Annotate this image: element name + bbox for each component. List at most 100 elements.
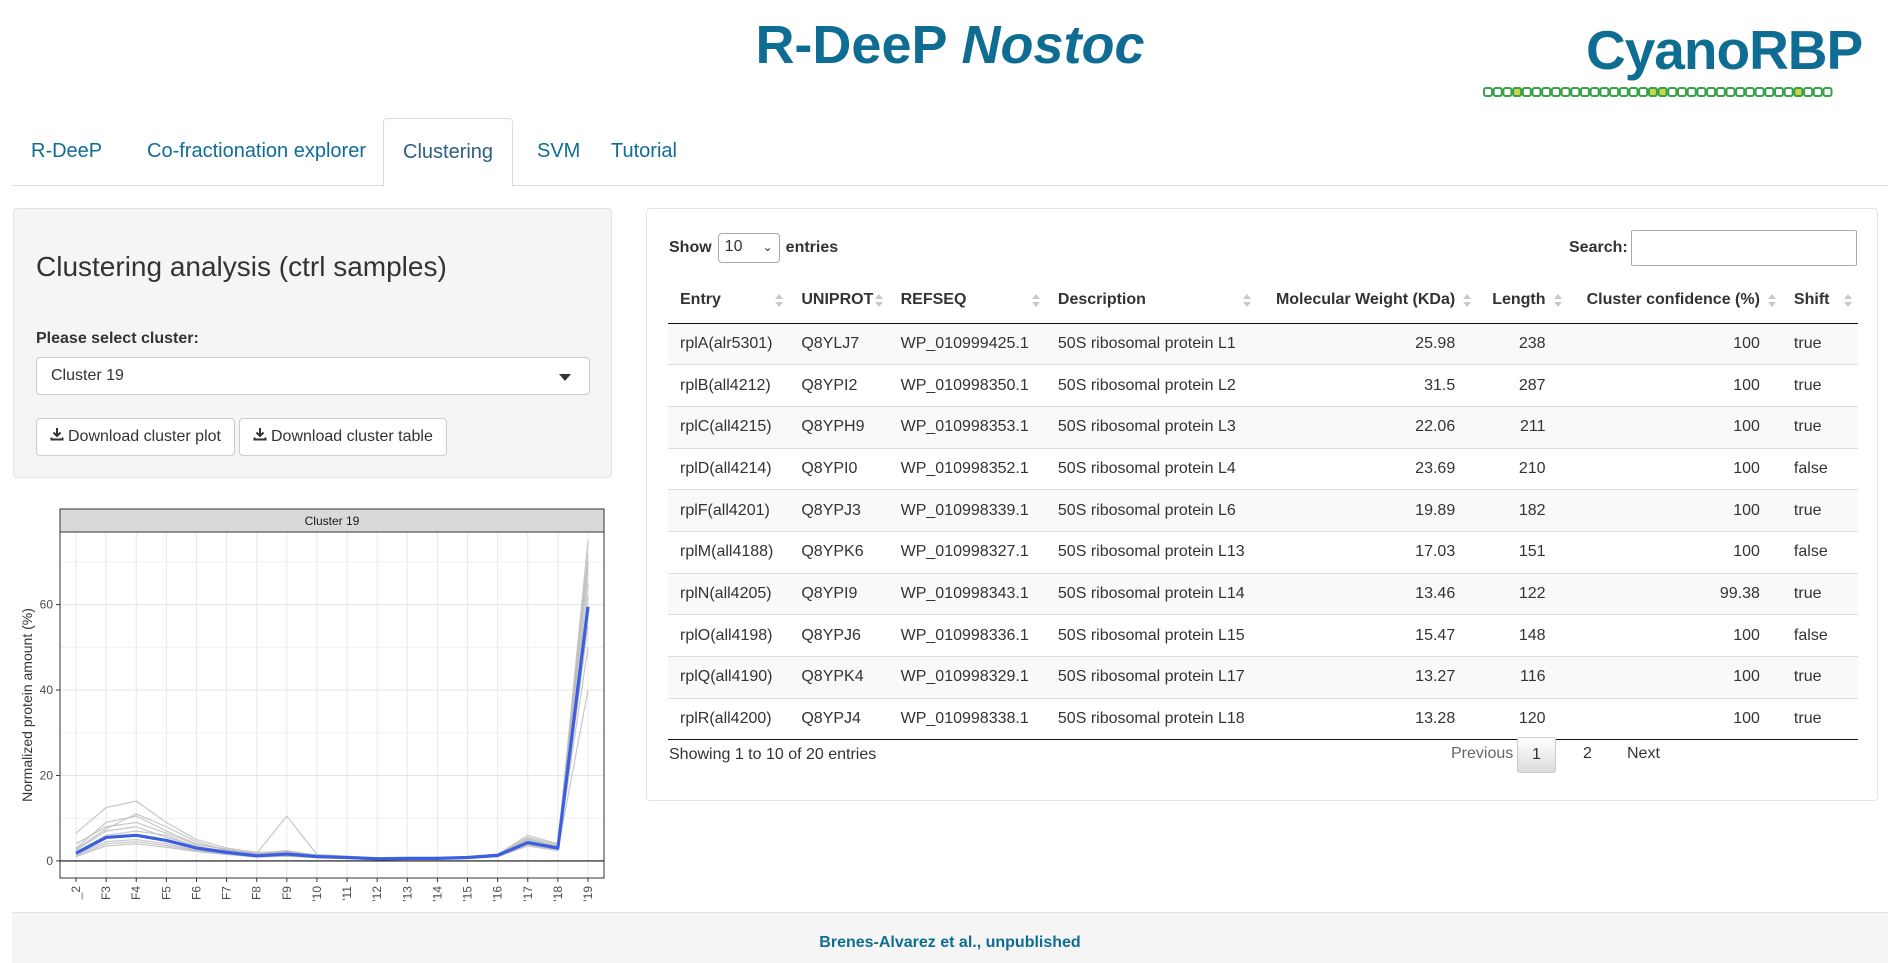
table-cell: 22.06	[1256, 405, 1478, 449]
logo-bead	[1812, 87, 1823, 97]
download-cluster-table-button[interactable]: Download cluster table	[239, 418, 447, 456]
table-row[interactable]: rplR(all4200) Q8YPJ4 WP_010998338.1 50S rib…	[668, 697, 1858, 741]
table-cell: rplF(all4201)	[668, 489, 790, 532]
logo-bead	[1657, 87, 1668, 97]
download-cluster-plot-button[interactable]: Download cluster plot	[36, 418, 235, 456]
table-cell: WP_010998327.1	[888, 530, 1046, 574]
panel-title: Clustering analysis (ctrl samples)	[36, 251, 447, 282]
table-header-row: Entry UNIPROT REFSEQ Description Molecul…	[668, 277, 1858, 324]
y-axis-label: Normalized protein amount (%)	[19, 608, 35, 802]
x-tick-label: '10	[310, 886, 324, 902]
table-row[interactable]: rplQ(all4190) Q8YPK4 WP_010998329.1 50S rib…	[668, 656, 1858, 699]
pagination-page-1[interactable]: 1	[1517, 737, 1556, 773]
chevron-down-icon: ⌄	[762, 240, 773, 254]
column-header-refseq[interactable]: REFSEQ	[888, 277, 1046, 324]
x-tick-label: '15	[461, 886, 475, 902]
x-tick-label: '19	[581, 886, 595, 902]
table-cell: 210	[1477, 447, 1568, 490]
logo-bead	[1609, 87, 1620, 97]
tab-svm[interactable]: SVM	[518, 118, 599, 186]
plot-panel	[60, 532, 604, 878]
table-cell: false	[1781, 530, 1858, 574]
table-cell: 100	[1567, 447, 1782, 490]
table-info: Showing 1 to 10 of 20 entries	[669, 746, 877, 763]
table-row[interactable]: rplO(all4198) Q8YPJ6 WP_010998336.1 50S rib…	[668, 614, 1858, 657]
table-row[interactable]: rplM(all4188) Q8YPK6 WP_010998327.1 50S rib…	[668, 530, 1858, 574]
tab-co-fractionation-explorer[interactable]: Co-fractionation explorer	[128, 118, 385, 186]
table-row[interactable]: rplB(all4212) Q8YPI2 WP_010998350.1 50S rib…	[668, 364, 1858, 407]
table-cell: false	[1781, 614, 1858, 657]
table-cell: 120	[1477, 697, 1568, 741]
table-cell: 25.98	[1256, 322, 1478, 365]
logo-bead	[1512, 87, 1523, 97]
table-cell: 99.38	[1567, 572, 1782, 615]
table-cell: 31.5	[1256, 364, 1478, 407]
nav-tabs: R-DeeP Co-fractionation explorer Cluster…	[12, 118, 1888, 187]
table-row[interactable]: rplA(alr5301) Q8YLJ7 WP_010999425.1 50S rib…	[668, 322, 1858, 365]
table-cell: 13.46	[1256, 572, 1478, 615]
table-cell: true	[1781, 322, 1858, 365]
table-cell: Q8YPK6	[789, 530, 889, 574]
table-cell: 23.69	[1256, 447, 1478, 490]
logo-bead	[1667, 87, 1678, 97]
tab-r-deep[interactable]: R-DeeP	[12, 118, 121, 186]
table-cell: 13.28	[1256, 697, 1478, 741]
tab-tutorial[interactable]: Tutorial	[592, 118, 696, 186]
table-cell: 100	[1567, 697, 1782, 741]
table-cell: WP_010999425.1	[888, 322, 1046, 365]
x-tick-label: F8	[250, 886, 264, 900]
table-row[interactable]: rplC(all4215) Q8YPH9 WP_010998353.1 50S rib…	[668, 405, 1858, 449]
y-tick-label: 0	[46, 854, 53, 868]
table-length-control: Show 10 ⌄ entries	[669, 233, 838, 263]
logo-bead	[1696, 87, 1707, 97]
x-tick-label: F3	[99, 886, 113, 900]
table-cell: rplB(all4212)	[668, 364, 790, 407]
table-cell: 151	[1477, 530, 1568, 574]
search-label: Search:	[1569, 239, 1628, 256]
cluster-select[interactable]: Cluster 19	[36, 357, 590, 395]
column-header-molecular-weight[interactable]: Molecular Weight (KDa)	[1256, 277, 1478, 324]
app-title-main: R-DeeP	[755, 15, 947, 75]
logo-bead	[1541, 87, 1552, 97]
table-cell: rplM(all4188)	[668, 530, 790, 574]
table-cell: 100	[1567, 530, 1782, 574]
table-cell: 19.89	[1256, 489, 1478, 532]
logo-bead	[1570, 87, 1581, 97]
logo-bead	[1715, 87, 1726, 97]
column-header-cluster-confidence[interactable]: Cluster confidence (%)	[1567, 277, 1782, 324]
sort-icon	[775, 294, 784, 308]
tab-clustering[interactable]: Clustering	[383, 118, 514, 187]
pagination-page-2[interactable]: 2	[1569, 737, 1606, 771]
table-row[interactable]: rplD(all4214) Q8YPI0 WP_010998352.1 50S rib…	[668, 447, 1858, 490]
logo-beads-graphic	[1483, 87, 1833, 97]
table-cell: true	[1781, 405, 1858, 449]
table-cell: true	[1781, 697, 1858, 741]
pagination-next[interactable]: Next	[1613, 737, 1674, 771]
pagination-previous[interactable]: Previous	[1437, 737, 1527, 771]
table-cell: WP_010998353.1	[888, 405, 1046, 449]
table-cell: rplR(all4200)	[668, 697, 790, 741]
table-cell: 100	[1567, 489, 1782, 532]
table-cell: 148	[1477, 614, 1568, 657]
logo-bead	[1599, 87, 1610, 97]
table-cell: WP_010998352.1	[888, 447, 1046, 490]
table-row[interactable]: rplF(all4201) Q8YPJ3 WP_010998339.1 50S rib…	[668, 489, 1858, 532]
x-tick-label: '14	[430, 886, 444, 902]
logo-bead	[1764, 87, 1775, 97]
column-header-uniprot[interactable]: UNIPROT	[789, 277, 889, 324]
column-header-shift[interactable]: Shift	[1781, 277, 1858, 324]
column-header-length[interactable]: Length	[1477, 277, 1568, 324]
column-header-entry[interactable]: Entry	[668, 277, 790, 324]
cluster-table: Entry UNIPROT REFSEQ Description Molecul…	[668, 277, 1858, 741]
logo-bead	[1560, 87, 1571, 97]
page-length-select[interactable]: 10 ⌄	[717, 233, 780, 263]
table-row[interactable]: rplN(all4205) Q8YPI9 WP_010998343.1 50S rib…	[668, 572, 1858, 615]
x-tick-label: '13	[400, 886, 414, 902]
cluster-line-chart: Cluster 19 0 20 40 60 _2 F3 F4 F5 F6 F7 F8 F9 '10 '11 '…	[19, 508, 605, 902]
logo-bead	[1725, 87, 1736, 97]
logo-bead	[1735, 87, 1746, 97]
table-cell: 122	[1477, 572, 1568, 615]
search-input[interactable]	[1631, 230, 1857, 266]
app-title-organism: Nostoc	[961, 15, 1145, 75]
column-header-description[interactable]: Description	[1045, 277, 1257, 324]
